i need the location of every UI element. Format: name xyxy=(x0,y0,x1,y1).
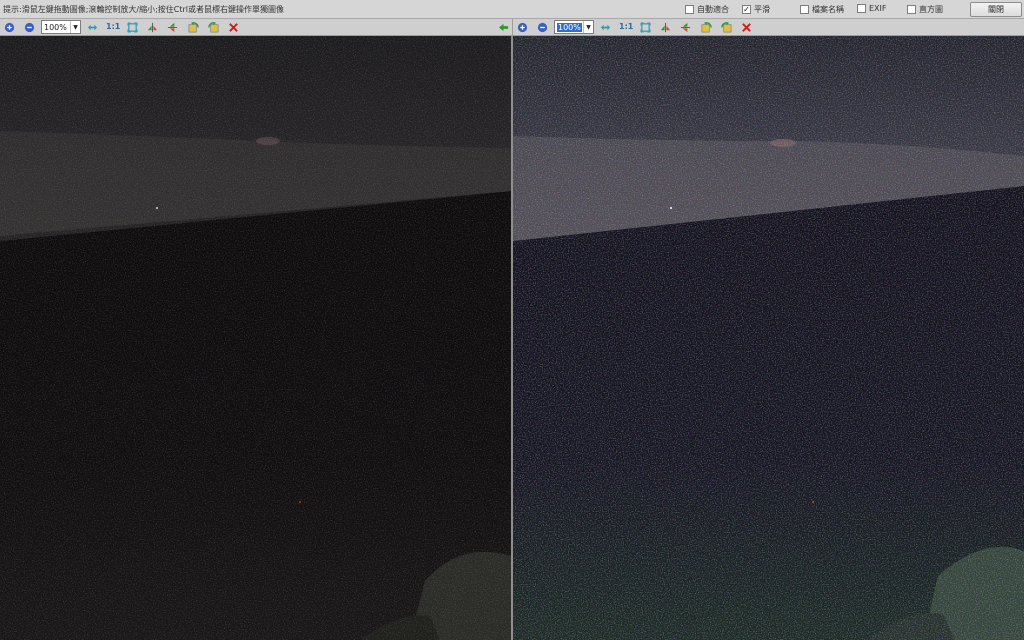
flip-horizontal-icon[interactable] xyxy=(659,21,672,34)
fit-window-icon[interactable] xyxy=(639,21,652,34)
exif-option[interactable]: EXIF xyxy=(857,4,887,13)
right-night-photo xyxy=(513,36,1024,640)
zoom-out-icon[interactable] xyxy=(23,21,36,34)
rotate-right-icon[interactable] xyxy=(720,21,733,34)
left-night-photo xyxy=(0,36,511,640)
options-bar: 提示:滑鼠左鍵拖動圖像;滾輪控制放大/縮小;按住Ctrl或者鼠標右鍵操作單獨圖像… xyxy=(0,0,1024,19)
auto-fit-option[interactable]: 自動適合 xyxy=(685,4,729,15)
smooth-label: 平滑 xyxy=(754,5,770,14)
fit-width-icon[interactable] xyxy=(86,21,99,34)
close-image-icon[interactable] xyxy=(740,21,753,34)
zoom-level-value: 100% xyxy=(557,22,582,32)
smooth-checkbox[interactable]: ✓ xyxy=(742,5,751,14)
rotate-left-icon[interactable] xyxy=(700,21,713,34)
rotate-left-icon[interactable] xyxy=(187,21,200,34)
left-image-pane[interactable] xyxy=(0,36,511,640)
auto-fit-checkbox[interactable] xyxy=(685,5,694,14)
zoom-level-select[interactable]: 100% ▼ xyxy=(41,20,81,34)
exif-label: EXIF xyxy=(869,4,887,13)
close-button[interactable]: 關閉 xyxy=(970,2,1022,17)
image-compare-window: 提示:滑鼠左鍵拖動圖像;滾輪控制放大/縮小;按住Ctrl或者鼠標右鍵操作單獨圖像… xyxy=(0,0,1024,640)
zoom-out-icon[interactable] xyxy=(536,21,549,34)
chevron-down-icon[interactable]: ▼ xyxy=(583,21,593,33)
left-toolbar: 100% ▼ 1:1 xyxy=(0,19,512,36)
histogram-option[interactable]: 直方圖 xyxy=(907,4,943,15)
right-image-pane[interactable] xyxy=(513,36,1024,640)
right-toolbar: 100% ▼ 1:1 xyxy=(512,19,1024,36)
filename-option[interactable]: 檔案名稱 xyxy=(800,4,844,15)
zoom-level-value: 100% xyxy=(44,22,67,32)
chevron-down-icon[interactable]: ▼ xyxy=(70,21,80,33)
filename-label: 檔案名稱 xyxy=(812,5,844,14)
histogram-label: 直方圖 xyxy=(919,5,943,14)
filename-checkbox[interactable] xyxy=(800,5,809,14)
arrow-left-icon[interactable] xyxy=(497,21,510,34)
zoom-in-icon[interactable] xyxy=(516,21,529,34)
flip-vertical-icon[interactable] xyxy=(166,21,179,34)
usage-hint: 提示:滑鼠左鍵拖動圖像;滾輪控制放大/縮小;按住Ctrl或者鼠標右鍵操作單獨圖像 xyxy=(3,5,285,14)
flip-vertical-icon[interactable] xyxy=(679,21,692,34)
fit-window-icon[interactable] xyxy=(126,21,139,34)
zoom-in-icon[interactable] xyxy=(3,21,16,34)
smooth-option[interactable]: ✓ 平滑 xyxy=(742,4,770,15)
histogram-checkbox[interactable] xyxy=(907,5,916,14)
zoom-level-select[interactable]: 100% ▼ xyxy=(554,20,594,34)
auto-fit-label: 自動適合 xyxy=(697,5,729,14)
actual-size-button[interactable]: 1:1 xyxy=(619,22,633,31)
flip-horizontal-icon[interactable] xyxy=(146,21,159,34)
rotate-right-icon[interactable] xyxy=(207,21,220,34)
exif-checkbox[interactable] xyxy=(857,4,866,13)
actual-size-button[interactable]: 1:1 xyxy=(106,22,120,31)
close-image-icon[interactable] xyxy=(227,21,240,34)
fit-width-icon[interactable] xyxy=(599,21,612,34)
